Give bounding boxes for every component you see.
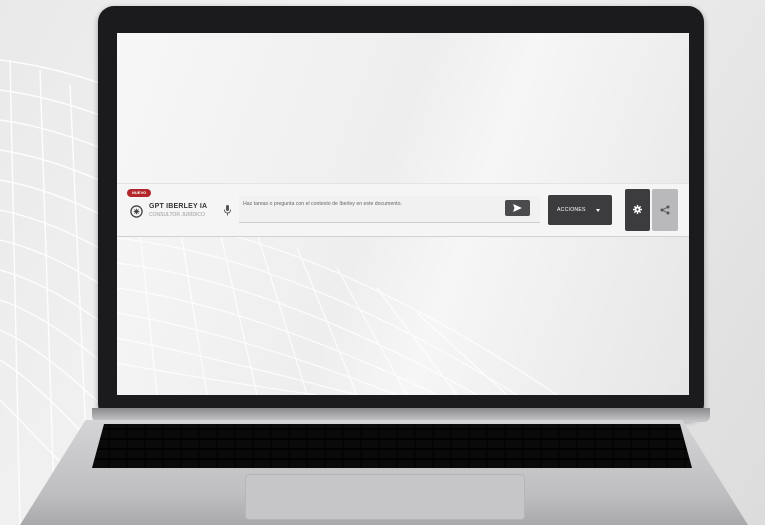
new-badge: NUEVO <box>127 189 152 197</box>
prompt-input[interactable]: Haz tareas o pregunta con el contexto de… <box>239 196 540 223</box>
laptop-keyboard <box>92 424 692 468</box>
share-button[interactable] <box>652 189 678 231</box>
laptop-screen: NUEVO GPT IBERLEY IA CONSULTOR JURÍDICO … <box>117 33 689 395</box>
send-icon <box>513 204 522 212</box>
settings-button[interactable] <box>625 189 650 231</box>
microphone-icon[interactable] <box>223 205 232 216</box>
prompt-placeholder: Haz tareas o pregunta con el contexto de… <box>243 201 402 207</box>
send-button[interactable] <box>505 200 530 216</box>
actions-label: ACCIONES <box>557 207 586 213</box>
share-icon <box>660 205 670 215</box>
brand-title: GPT IBERLEY IA <box>149 203 208 210</box>
logo-icon <box>130 205 143 218</box>
brand-subtitle: CONSULTOR JURÍDICO <box>149 212 205 218</box>
caret-down-icon <box>596 209 600 212</box>
laptop-trackpad <box>245 474 525 520</box>
laptop-hinge <box>92 408 710 422</box>
assistant-toolbar: NUEVO GPT IBERLEY IA CONSULTOR JURÍDICO … <box>117 183 689 237</box>
actions-dropdown-button[interactable]: ACCIONES <box>548 195 612 225</box>
gear-icon <box>633 205 642 214</box>
